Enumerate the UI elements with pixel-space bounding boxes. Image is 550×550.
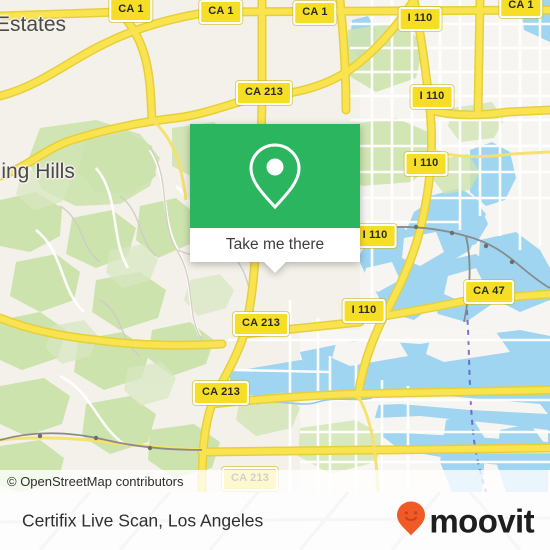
highway-shield-ca213[interactable]: CA 213 (235, 81, 293, 105)
map-attribution-bar: © OpenStreetMap contributors (0, 470, 550, 492)
moovit-logo[interactable]: moovit (396, 501, 535, 542)
highway-shield-i110[interactable]: I 110 (398, 7, 442, 31)
bottom-info-bar: Certifix Live Scan, Los Angeles moovit (0, 492, 550, 550)
place-label-rolling-hills: lling Hills (0, 160, 75, 183)
highway-shield-ca213[interactable]: CA 213 (192, 381, 250, 405)
highway-shield-ca1[interactable]: CA 1 (109, 0, 153, 22)
highway-shield-ca213[interactable]: CA 213 (232, 312, 290, 336)
map-canvas[interactable]: Estates lling Hills CA 1 CA 1 CA 1 I 110… (0, 0, 550, 492)
attribution-text[interactable]: © OpenStreetMap contributors (0, 474, 184, 489)
moovit-map-screenshot: Estates lling Hills CA 1 CA 1 CA 1 I 110… (0, 0, 550, 550)
popup-header (190, 124, 360, 228)
page-title: Certifix Live Scan, Los Angeles (22, 510, 264, 531)
popup-pointer (264, 262, 286, 273)
popup-action-button[interactable]: Take me there (190, 228, 360, 262)
moovit-wordmark: moovit (429, 502, 534, 540)
highway-shield-i110[interactable]: I 110 (410, 85, 454, 109)
popup-action-label: Take me there (225, 236, 325, 253)
highway-shield-ca1[interactable]: CA 1 (199, 0, 243, 24)
highway-shield-ca47[interactable]: CA 47 (464, 280, 514, 304)
highway-shield-i110[interactable]: I 110 (342, 299, 386, 323)
moovit-smiling-pin-icon (396, 501, 426, 542)
highway-shield-ca1[interactable]: CA 1 (499, 0, 543, 18)
highway-shield-i110[interactable]: I 110 (404, 152, 448, 176)
highway-shield-ca1[interactable]: CA 1 (293, 1, 337, 25)
map-pin-icon (246, 141, 304, 211)
place-label-estates: Estates (0, 13, 67, 36)
map-popup-card[interactable]: Take me there (190, 124, 360, 273)
